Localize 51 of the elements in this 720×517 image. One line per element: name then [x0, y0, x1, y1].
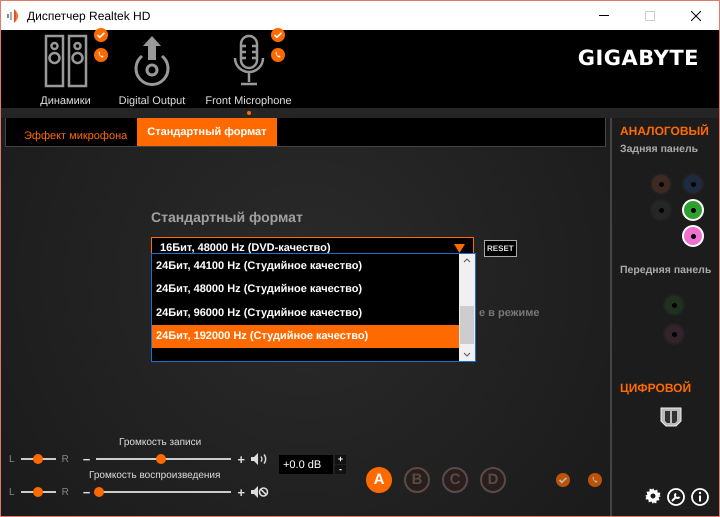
- volume-slider-thumb[interactable]: [156, 454, 166, 464]
- digital-heading: ЦИФРОВОЙ: [620, 381, 692, 395]
- device-tab[interactable]: Динамики: [23, 30, 108, 107]
- minimize-icon[interactable]: [599, 14, 609, 16]
- increase-label: +: [237, 452, 245, 466]
- right-channel-label: R: [62, 454, 69, 464]
- volume-label: Громкость записи: [119, 437, 202, 448]
- volume-slider-thumb[interactable]: [94, 487, 104, 497]
- device-tab[interactable]: Digital Output: [108, 30, 196, 107]
- decrease-label: −: [82, 452, 90, 466]
- left-channel-label: L: [9, 486, 15, 498]
- wrench-icon[interactable]: [667, 488, 685, 506]
- optical-port-icon[interactable]: [660, 407, 682, 427]
- settings-icon[interactable]: [645, 488, 661, 504]
- speaker-muted-icon[interactable]: [250, 486, 269, 498]
- scrollbar[interactable]: [459, 254, 475, 361]
- dropdown-option[interactable]: 24Бит, 48000 Hz (Студийное качество): [152, 278, 459, 301]
- window-title: Диспетчер Realtek HD: [27, 8, 152, 22]
- phone-badge-icon[interactable]: [94, 48, 108, 62]
- rear-panel-label: Задняя панель: [620, 143, 700, 155]
- device-tab[interactable]: Front Microphone: [196, 30, 301, 107]
- tab[interactable]: Эффект микрофона: [14, 126, 138, 146]
- section-heading: Стандартный формат: [151, 209, 304, 225]
- balance-slider-thumb[interactable]: [33, 454, 44, 464]
- front-panel-label: Передняя панель: [620, 264, 712, 276]
- phone-badge-icon[interactable]: [271, 48, 285, 62]
- reset-button[interactable]: RESET: [484, 240, 517, 256]
- analog-heading: АНАЛОГОВЫЙ: [620, 124, 710, 138]
- gain-up-button[interactable]: +: [334, 455, 346, 464]
- info-icon[interactable]: [691, 488, 709, 506]
- app-icon: [7, 8, 21, 22]
- speakers-icon: [44, 34, 88, 88]
- check-badge-icon[interactable]: [271, 28, 285, 42]
- logo: GIGABYTE: [578, 46, 699, 70]
- audio-jack-icon[interactable]: [682, 225, 704, 247]
- balance-slider-thumb[interactable]: [33, 487, 44, 497]
- close-icon[interactable]: [691, 10, 701, 20]
- phone-badge-icon[interactable]: [588, 472, 602, 486]
- volume-label: Громкость воспроизведения: [89, 470, 222, 481]
- hidden-label: е в режиме: [479, 307, 540, 319]
- check-badge-icon[interactable]: [94, 28, 108, 42]
- left-channel-label: L: [9, 454, 15, 464]
- gain-field[interactable]: +0.0 dB: [278, 455, 333, 474]
- right-channel-label: R: [62, 486, 69, 498]
- audio-jack-icon[interactable]: [682, 199, 704, 221]
- check-badge-icon[interactable]: [556, 472, 570, 486]
- dropdown-option[interactable]: 24Бит, 96000 Hz (Студийное качество): [152, 301, 459, 324]
- decrease-label: −: [82, 484, 90, 500]
- gain-down-button[interactable]: -: [334, 465, 346, 474]
- increase-label: +: [237, 484, 245, 500]
- speaker-icon[interactable]: [250, 453, 269, 465]
